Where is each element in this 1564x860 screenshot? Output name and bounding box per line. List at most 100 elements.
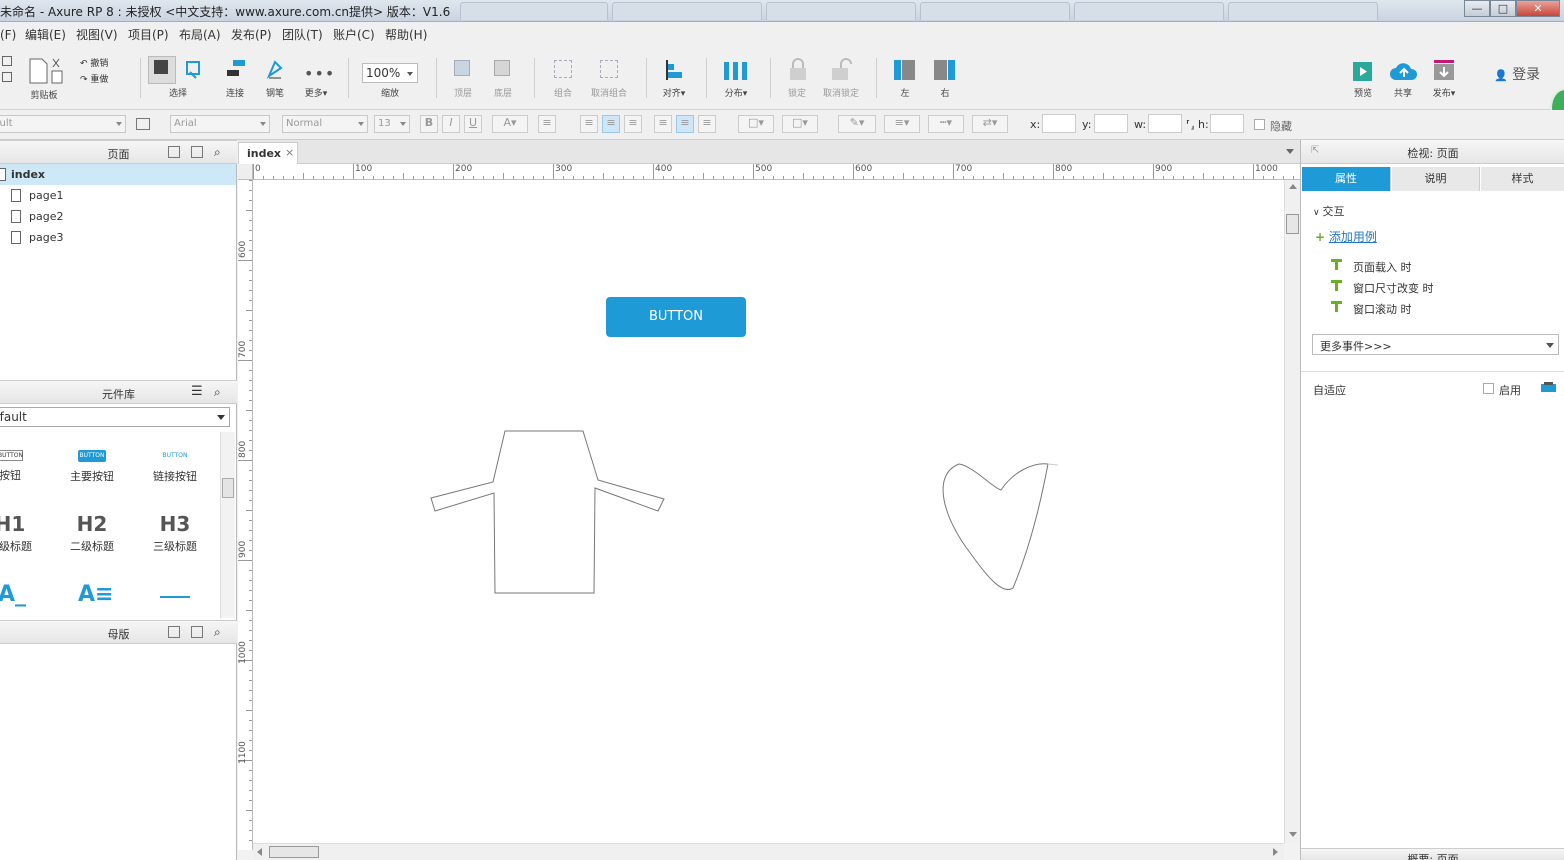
font-color-icon[interactable]: A▾: [492, 115, 528, 133]
lock-button[interactable]: 锁定: [780, 44, 814, 104]
bullet-list-icon[interactable]: ≡: [538, 115, 556, 133]
left-panel-toggle-button[interactable]: 左: [888, 44, 922, 104]
align-button[interactable]: 对齐▾: [656, 44, 692, 104]
canvas-vertical-scrollbar[interactable]: [1284, 180, 1300, 843]
preview-button[interactable]: 预览: [1346, 44, 1380, 104]
more-button[interactable]: ••• 更多▾: [300, 44, 334, 104]
scroll-thumb[interactable]: [269, 846, 319, 858]
connect-button[interactable]: 连接: [220, 44, 250, 104]
interaction-section[interactable]: ∨ 交互: [1313, 203, 1344, 219]
italic-icon[interactable]: I: [442, 115, 460, 133]
menu-help[interactable]: 帮助(H): [385, 26, 427, 43]
tab-notes[interactable]: 说明: [1392, 167, 1480, 191]
add-master-icon[interactable]: [168, 626, 180, 638]
heart-shape[interactable]: [942, 463, 1049, 590]
font-weight-select[interactable]: Normal: [282, 115, 368, 133]
search-icon[interactable]: ⌕: [214, 145, 221, 160]
fill-color-icon[interactable]: □▾: [738, 115, 774, 133]
valign-bottom-icon[interactable]: ≡: [698, 115, 716, 133]
y-input[interactable]: [1094, 114, 1128, 133]
menu-icon[interactable]: ☰: [191, 384, 203, 399]
hidden-checkbox[interactable]: [1254, 119, 1265, 130]
menu-edit[interactable]: 编辑(E): [25, 26, 66, 43]
widget-button[interactable]: BUTTON 按钮: [0, 446, 50, 483]
search-icon[interactable]: ⌕: [214, 625, 221, 640]
height-input[interactable]: [1210, 114, 1244, 133]
menu-file[interactable]: 文件(F): [0, 26, 16, 43]
publish-button[interactable]: 发布▾: [1426, 44, 1462, 104]
bring-to-top-button[interactable]: 顶层: [446, 44, 480, 104]
page-tree-item-page1[interactable]: page1: [0, 185, 236, 206]
shadow-icon[interactable]: □▾: [782, 115, 818, 133]
tab-index[interactable]: index ×: [238, 142, 298, 164]
align-center-icon[interactable]: ≡: [602, 115, 620, 133]
add-case-link[interactable]: + 添加用例: [1315, 228, 1377, 245]
x-input[interactable]: [1042, 114, 1076, 133]
right-panel-toggle-button[interactable]: 右: [928, 44, 962, 104]
chevron-down-icon[interactable]: [1286, 149, 1294, 154]
design-canvas[interactable]: BUTTON: [253, 180, 1284, 843]
style-select[interactable]: Default: [0, 115, 126, 133]
widget-scrollbar[interactable]: [220, 432, 235, 618]
style-edit-icon[interactable]: [136, 118, 150, 130]
page-tree-item-page2[interactable]: page2: [0, 206, 236, 227]
search-icon[interactable]: ⌕: [214, 385, 221, 400]
widget-link-button[interactable]: BUTTON 链接按钮: [135, 446, 215, 484]
widget-h2[interactable]: H2 二级标题: [52, 512, 132, 554]
send-to-bottom-button[interactable]: 底层: [486, 44, 520, 104]
line-style-icon[interactable]: ┅▾: [928, 115, 964, 133]
menu-project[interactable]: 项目(P): [128, 26, 169, 43]
widget-label-icon[interactable]: A_: [0, 582, 26, 607]
unlock-button[interactable]: 取消锁定: [818, 44, 864, 104]
page-tree-item-page3[interactable]: page3: [0, 227, 236, 248]
font-family-select[interactable]: Arial: [170, 115, 270, 133]
adaptive-enable-checkbox[interactable]: [1483, 383, 1494, 394]
add-folder-icon[interactable]: [191, 146, 203, 158]
more-events-select[interactable]: 更多事件>>>: [1312, 334, 1559, 355]
maximize-button[interactable]: □: [1490, 0, 1516, 17]
underline-icon[interactable]: U: [464, 115, 482, 133]
menu-publish[interactable]: 发布(P): [231, 26, 272, 43]
menu-account[interactable]: 账户(C): [333, 26, 375, 43]
line-color-icon[interactable]: ✎▾: [838, 115, 876, 133]
scroll-down-icon[interactable]: [1289, 832, 1297, 837]
adaptive-settings-icon[interactable]: [1541, 382, 1557, 394]
add-folder-icon[interactable]: [191, 626, 203, 638]
menu-layout[interactable]: 布局(A): [179, 26, 221, 43]
scroll-left-icon[interactable]: [257, 848, 262, 856]
add-page-icon[interactable]: [168, 146, 180, 158]
tab-style[interactable]: 样式: [1481, 167, 1564, 191]
close-icon[interactable]: ×: [285, 146, 294, 159]
pen-button[interactable]: 钢笔: [260, 44, 290, 104]
scroll-right-icon[interactable]: [1273, 848, 1278, 856]
distribute-button[interactable]: 分布▾: [716, 44, 756, 104]
widget-h3[interactable]: H3 三级标题: [135, 512, 215, 554]
redo-button[interactable]: ↷ 重做: [80, 72, 108, 85]
shirt-shape[interactable]: [430, 430, 665, 594]
select-button[interactable]: 选择: [146, 44, 210, 104]
width-input[interactable]: [1148, 114, 1182, 133]
valign-top-icon[interactable]: ≡: [654, 115, 672, 133]
font-size-select[interactable]: 13: [374, 115, 410, 133]
menu-team[interactable]: 团队(T): [282, 26, 323, 43]
close-button[interactable]: ✕: [1516, 0, 1560, 17]
save-icon[interactable]: [2, 44, 14, 104]
widget-primary-button[interactable]: BUTTON 主要按钮: [52, 446, 132, 484]
clipboard-button[interactable]: 剪贴板: [24, 44, 64, 104]
align-left-icon[interactable]: ≡: [580, 115, 598, 133]
undo-button[interactable]: ↶ 撤销: [80, 56, 108, 69]
group-button[interactable]: 组合: [546, 44, 580, 104]
canvas-horizontal-scrollbar[interactable]: [253, 843, 1284, 860]
login-button[interactable]: 👤 登录: [1494, 64, 1540, 84]
aspect-lock-icon[interactable]: ⸢⸥: [1186, 118, 1195, 131]
share-button[interactable]: 共享: [1386, 44, 1420, 104]
tab-properties[interactable]: 属性: [1302, 167, 1391, 191]
line-width-icon[interactable]: ≡▾: [884, 115, 920, 133]
widget-line-icon[interactable]: [160, 596, 190, 598]
widget-paragraph-icon[interactable]: A≡: [78, 582, 113, 607]
align-right-icon[interactable]: ≡: [624, 115, 642, 133]
widget-h1[interactable]: H1 一级标题: [0, 512, 50, 554]
scroll-thumb[interactable]: [1286, 214, 1299, 234]
page-tree-item-index[interactable]: index: [0, 164, 236, 185]
arrow-style-icon[interactable]: ⇄▾: [972, 115, 1008, 133]
